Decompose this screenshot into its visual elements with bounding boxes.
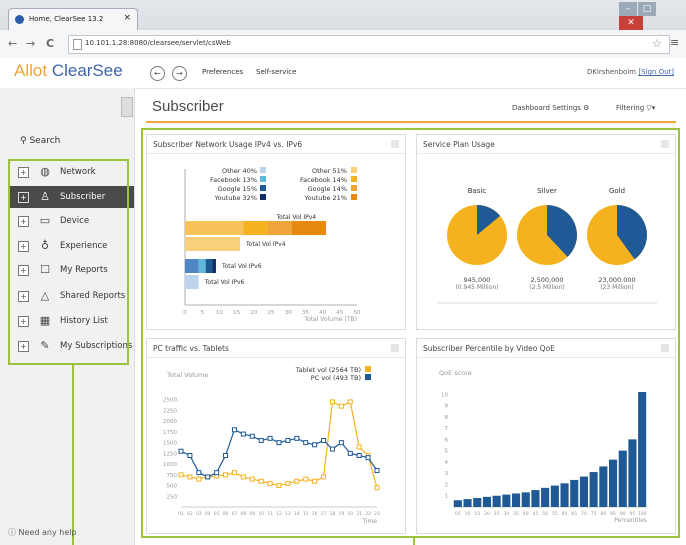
tab-title: Home, ClearSee 13.2 [29,15,104,23]
dashboard-settings-button[interactable]: Dashboard Settings ⚙ [512,104,589,112]
self-service-link[interactable]: Self-service [256,68,296,76]
user-area: DKirshenboim [Sign Out] [587,68,674,76]
help-label: Need any help [18,528,77,537]
help-icon: ⓘ [8,528,16,537]
sidebar-highlight-box [8,159,129,365]
app-back-button[interactable]: ← [150,66,165,81]
close-window-button[interactable]: ✕ [619,16,643,30]
bookmark-star-icon[interactable]: ☆ [652,37,662,50]
sign-out-link[interactable]: [Sign Out] [638,68,674,76]
url-text: 10.101.1.28:8080/clearsee/servlet/csWeb [85,39,231,47]
window-controls: – □✕ [618,2,680,30]
browser-tab[interactable]: Home, ClearSee 13.2 × [8,8,138,31]
gear-icon: ⚙ [583,104,590,112]
callout-pointer [413,538,415,545]
forward-button[interactable]: → [26,37,35,50]
filtering-button[interactable]: Filtering ▽▾ [616,104,655,112]
callout-pointer [72,365,74,545]
dashboard-highlight-box [141,128,680,538]
logo-clearsee: ClearSee [51,61,123,80]
search-icon: ⚲ [20,136,27,146]
minimize-button[interactable]: – [619,2,637,16]
page-title: Subscriber [152,98,224,115]
favicon-icon [15,15,24,24]
logo-allot: Allot [14,61,48,80]
browser-menu-icon[interactable]: ≡ [670,36,679,49]
search-label: Search [29,136,61,146]
filter-icon: ▽▾ [646,104,656,112]
reload-button[interactable]: C [46,37,54,50]
help-link[interactable]: ⓘ Need any help [8,527,77,538]
dashboard-settings-label: Dashboard Settings [512,104,581,112]
url-input[interactable]: 10.101.1.28:8080/clearsee/servlet/csWeb [68,35,670,54]
user-name: DKirshenboim [586,68,637,76]
app-forward-button[interactable]: → [172,66,187,81]
filtering-label: Filtering [616,104,645,112]
app-logo: Allot ClearSee [14,61,123,81]
back-button[interactable]: ← [8,37,17,50]
close-tab-icon[interactable]: × [123,13,131,23]
sidebar-collapse-handle[interactable] [121,97,133,117]
maximize-button[interactable]: □ [638,2,656,16]
main-title-bar [146,95,676,123]
page-icon [73,39,82,50]
preferences-link[interactable]: Preferences [202,68,243,76]
sidebar-search[interactable]: ⚲ Search [20,136,60,146]
